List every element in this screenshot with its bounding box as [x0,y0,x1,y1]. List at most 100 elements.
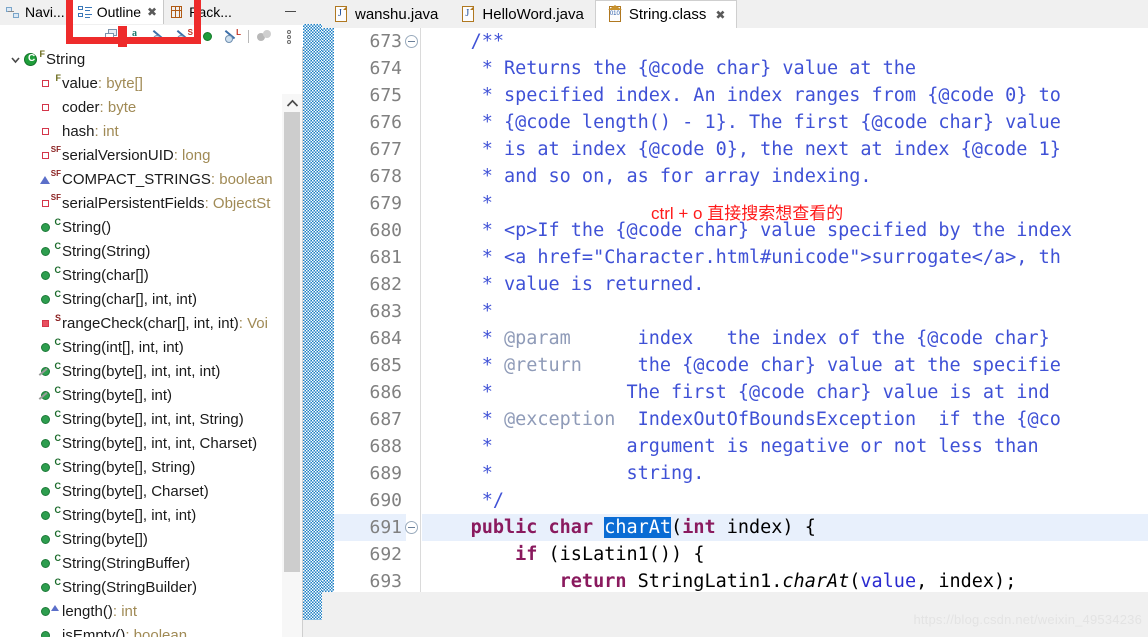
tree-item[interactable]: SF serialPersistentFields : ObjectSt [0,191,302,215]
tree-item[interactable]: length() : int [0,599,302,623]
code-text-area[interactable]: /** * Returns the {@code char} value at … [422,28,1148,603]
code-segment: * and so on, as for array indexing. [426,166,872,187]
code-line[interactable]: * argument is negative or not less than [422,433,1148,460]
tree-item[interactable]: C String() [0,215,302,239]
tree-item-label: String(byte[], int, int, Charset) [62,434,258,452]
hide-fields-icon[interactable] [152,28,169,44]
tree-item[interactable]: hash : int [0,119,302,143]
code-line[interactable]: * Returns the {@code char} value at the [422,55,1148,82]
code-line[interactable]: * [422,298,1148,325]
tree-item[interactable]: C String(byte[], Charset) [0,479,302,503]
outline-scrollbar[interactable] [282,94,302,637]
code-line[interactable]: * The first {@code char} value is at ind [422,379,1148,406]
editor-tab-string-class[interactable]: 010 String.class ✖ [594,0,738,28]
code-line[interactable]: * and so on, as for array indexing. [422,163,1148,190]
tree-item[interactable]: C String(byte[], int) [0,383,302,407]
tree-item[interactable]: C String(int[], int, int) [0,335,302,359]
code-line[interactable]: if (isLatin1()) { [422,541,1148,568]
tree-item-type: : boolean [210,170,273,188]
code-line[interactable]: * specified index. An index ranges from … [422,82,1148,109]
tree-item[interactable]: C String(byte[], int, int) [0,503,302,527]
modifier-badge: C [54,241,62,251]
code-line[interactable]: * is at index {@code 0}, the next at ind… [422,136,1148,163]
view-tab-outline[interactable]: Outline ✖ [70,0,165,24]
code-line[interactable]: /** [422,28,1148,55]
method-public-icon: C [38,241,62,260]
tree-item[interactable]: C String(StringBuilder) [0,575,302,599]
code-line[interactable]: * string. [422,460,1148,487]
scroll-up-icon[interactable] [282,94,302,112]
tree-item[interactable]: C String(char[], int, int) [0,287,302,311]
code-segment: value [860,571,917,592]
code-line[interactable]: * value is returned. [422,271,1148,298]
hide-local-types-icon[interactable]: L [224,28,241,44]
line-number: 692 [369,544,402,565]
code-segment: public char [470,517,605,538]
close-icon[interactable]: ✖ [715,8,725,22]
tree-item[interactable]: C String(byte[], int, int, int) [0,359,302,383]
line-number: 679 [369,193,402,214]
tree-root-label: String [46,50,86,68]
code-line[interactable]: * @return the {@code char} value at the … [422,352,1148,379]
tree-item-label: serialPersistentFields [62,194,205,212]
tree-item[interactable]: C String(StringBuffer) [0,551,302,575]
tree-item-label: String(byte[], int) [62,386,173,404]
view-tab-label: Outline [96,4,142,20]
hide-static-icon[interactable]: S [176,28,193,44]
tree-item[interactable]: C String(char[]) [0,263,302,287]
link-with-editor-icon[interactable] [256,28,273,44]
code-segment: (isLatin1()) { [537,544,705,565]
tree-item[interactable]: coder : byte [0,95,302,119]
editor-tab-wanshu[interactable]: J wanshu.java [322,0,449,28]
modifier-badge: C [54,433,62,443]
code-line[interactable]: public char charAt(int index) { [422,514,1148,541]
tree-item[interactable]: C String(byte[], String) [0,455,302,479]
tree-item[interactable]: C String(byte[], int, int, String) [0,407,302,431]
close-icon[interactable]: ✖ [147,5,157,19]
code-line[interactable]: * @exception IndexOutOfBoundsException i… [422,406,1148,433]
tree-item[interactable]: SF COMPACT_STRINGS : boolean [0,167,302,191]
minimize-icon[interactable] [285,3,296,12]
editor-tab-helloword[interactable]: J HelloWord.java [449,0,594,28]
modifier-badge: C [54,385,62,395]
view-tab-navigator[interactable]: Navi... [0,0,71,24]
code-line[interactable]: * @param index the index of the {@code c… [422,325,1148,352]
fold-collapse-icon[interactable] [405,35,418,48]
method-public-icon: C [38,457,62,476]
method-public-icon: C [38,481,62,500]
tree-item[interactable]: SF serialVersionUID : long [0,143,302,167]
outline-toolbar: a z ↓ S L [0,25,303,47]
fold-collapse-icon[interactable] [405,521,418,534]
line-number: 691 [334,514,418,541]
view-menu-icon[interactable] [280,28,297,44]
code-line[interactable]: */ [422,487,1148,514]
annotation-bar [118,26,127,47]
tree-item-label: String(byte[], String) [62,458,196,476]
method-private-static-icon: S [38,313,62,332]
code-line[interactable]: * {@code length() - 1}. The first {@code… [422,109,1148,136]
scrollbar-thumb[interactable] [284,112,300,572]
chevron-down-icon[interactable] [8,54,22,65]
marker-bar[interactable] [322,28,334,603]
line-number: 683 [369,301,402,322]
tree-item[interactable]: C String(byte[]) [0,527,302,551]
tree-root-string[interactable]: F String [0,47,302,71]
code-line[interactable]: * <a href="Character.html#unicode">surro… [422,244,1148,271]
tree-item-label: rangeCheck(char[], int, int) [62,314,239,332]
panel-divider[interactable] [303,0,322,637]
tree-item[interactable]: C String(String) [0,239,302,263]
code-line[interactable]: return StringLatin1.charAt(value, index)… [422,568,1148,595]
view-tab-package-explorer[interactable]: Pack... [164,0,238,24]
hide-non-public-icon[interactable] [200,28,217,44]
method-public-icon: C [38,577,62,596]
tree-item[interactable]: Fvalue : byte[] [0,71,302,95]
tree-item[interactable]: C String(byte[], int, int, Charset) [0,431,302,455]
code-segment: if [515,544,538,565]
sort-alphabetically-icon[interactable]: a z ↓ [128,28,145,45]
watermark: https://blog.csdn.net/weixin_49534236 [913,612,1142,627]
eclipse-ide-window: Navi... Outline ✖ Pack... a z ↓ S L C F … [0,0,1148,637]
outline-tree[interactable]: F String Fvalue : byte[]coder : bytehash… [0,47,303,637]
tree-item[interactable]: isEmpty() : boolean [0,623,302,637]
tree-item[interactable]: SrangeCheck(char[], int, int) : Voi [0,311,302,335]
